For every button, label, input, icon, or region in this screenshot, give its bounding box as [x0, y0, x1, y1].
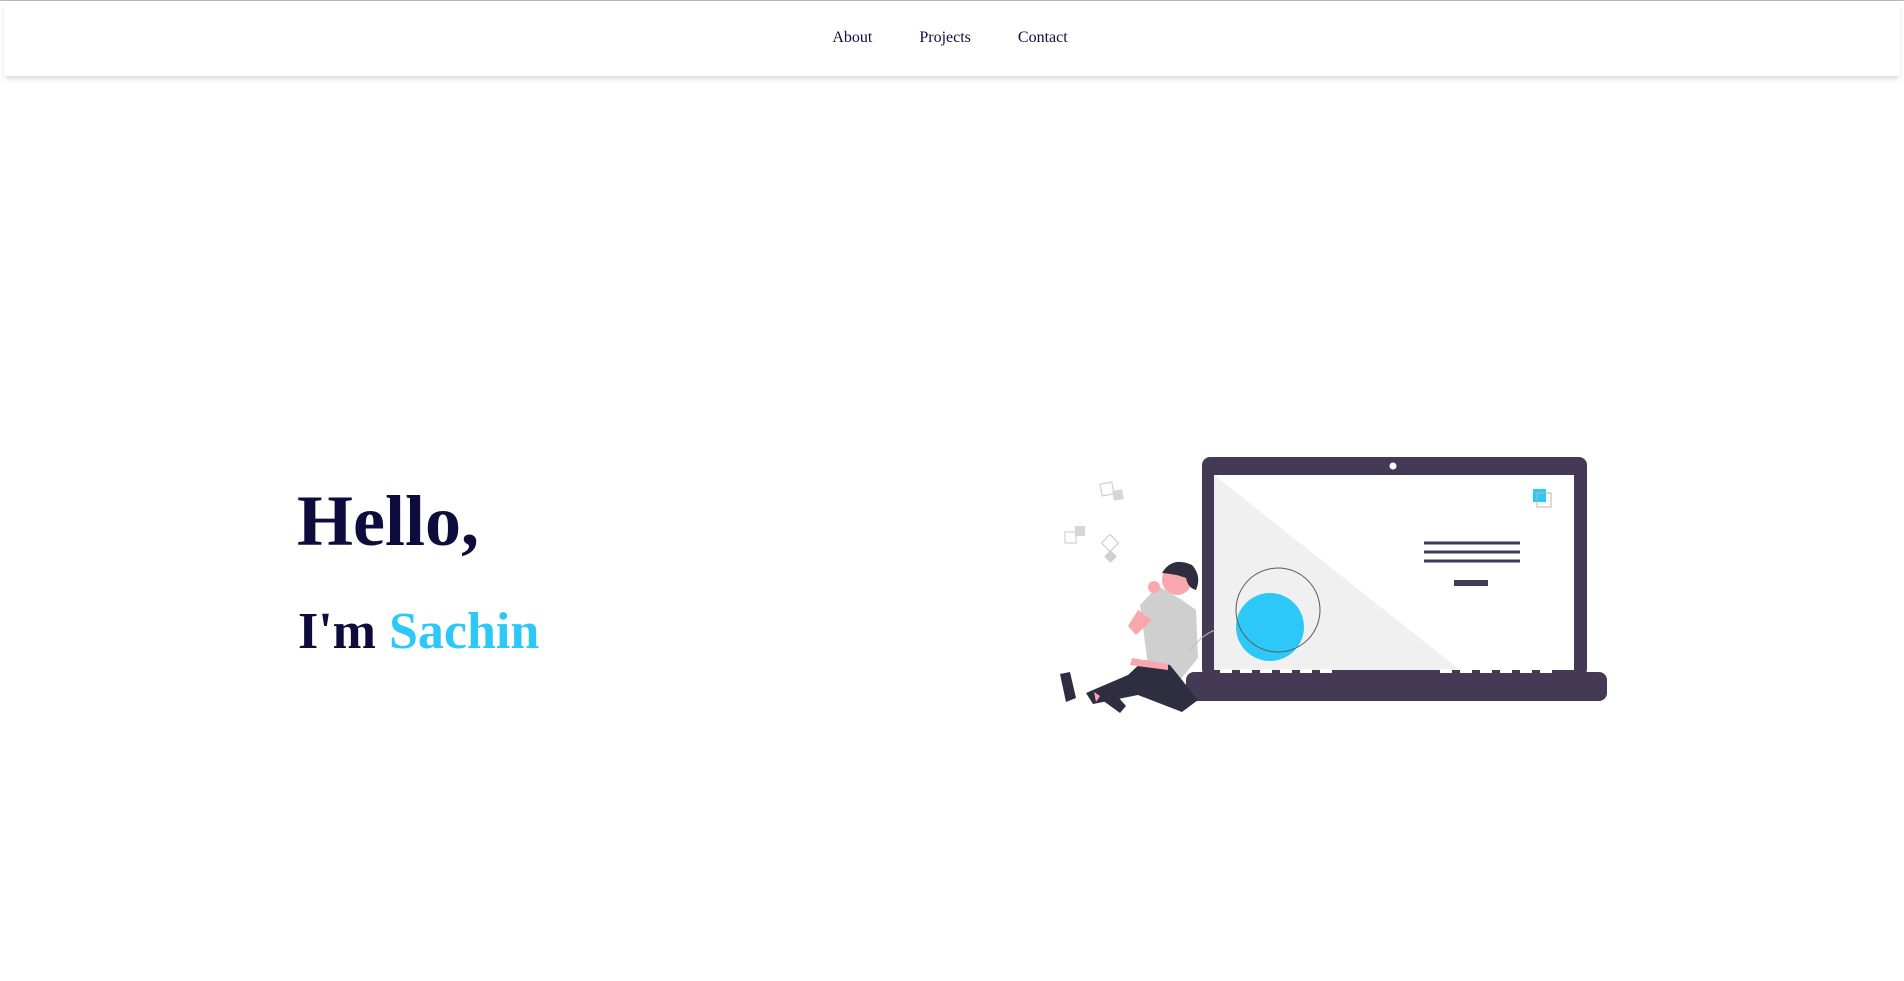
hero-greeting: Hello,: [297, 481, 479, 561]
hero-intro-prefix: I'm: [298, 603, 376, 660]
hero-intro: I'm Sachin: [298, 606, 539, 658]
navbar: About Projects Contact: [4, 1, 1900, 76]
laptop-illustration: [1060, 457, 1607, 713]
nav-link-about[interactable]: About: [832, 29, 872, 47]
nav-links: About Projects Contact: [4, 29, 1900, 47]
floating-squares-icon: [1064, 481, 1120, 553]
hero-name: Sachin: [389, 603, 540, 660]
nav-link-contact[interactable]: Contact: [1018, 29, 1068, 47]
nav-link-projects[interactable]: Projects: [919, 29, 971, 47]
